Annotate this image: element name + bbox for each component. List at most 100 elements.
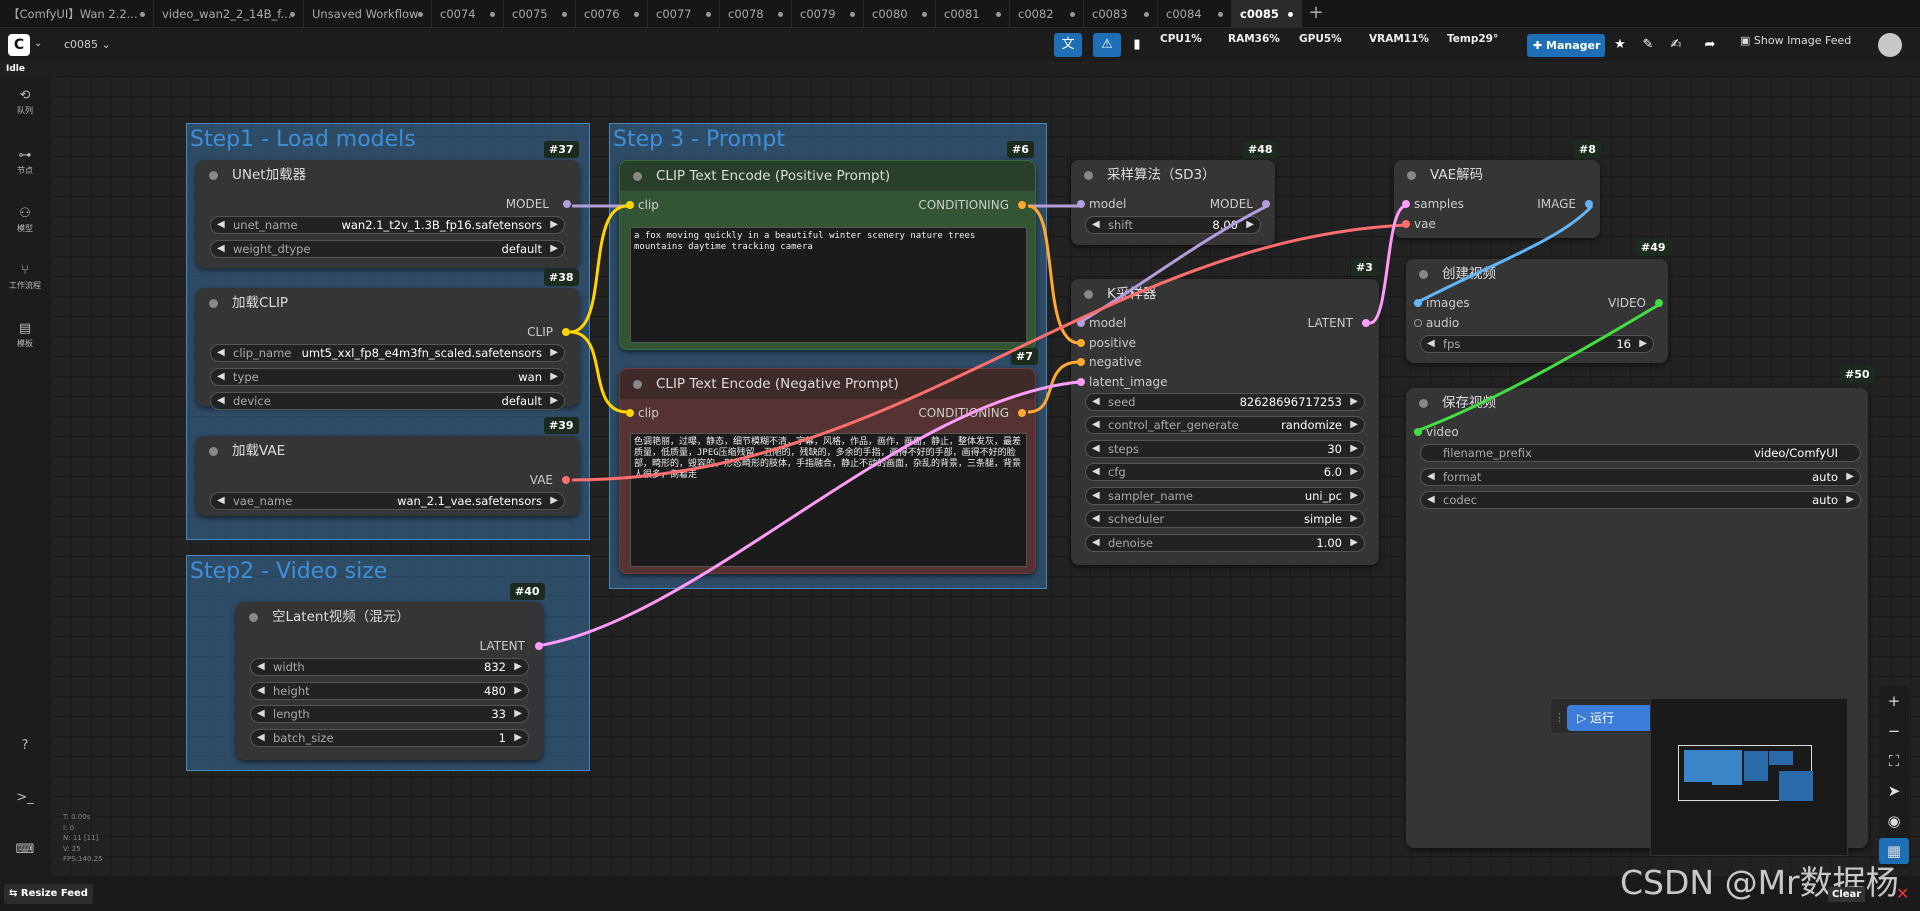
sidebar-item-models[interactable]: ⚇ 模型 bbox=[0, 206, 50, 234]
brush-icon[interactable]: ✍ bbox=[1666, 33, 1686, 57]
node-empty-latent-video[interactable]: 空Latent视频（混元） LATENT ◀ width 832 ▶ ◀ height 4… bbox=[236, 602, 543, 760]
widget-steps[interactable]: ◀ steps 30 ▶ bbox=[1085, 440, 1365, 458]
output-slot-image[interactable]: IMAGE bbox=[1537, 197, 1576, 211]
keyboard-icon[interactable]: ⌨ bbox=[0, 842, 50, 857]
collapse-dot-icon[interactable] bbox=[209, 171, 218, 180]
sidebar-item-workflows[interactable]: ⑂ 工作流程 bbox=[0, 263, 50, 291]
widget-sampler-name[interactable]: ◀ sampler_name uni_pc ▶ bbox=[1085, 487, 1365, 505]
arrow-right-icon[interactable]: ▶ bbox=[550, 493, 558, 509]
prompt-textarea[interactable]: 色调艳丽，过曝，静态，细节模糊不清，字幕，风格，作品，画作，画面，静止，整体发灰… bbox=[630, 433, 1027, 567]
widget-control-after-generate[interactable]: ◀ control_after_generate randomize ▶ bbox=[1085, 416, 1365, 434]
sidebar-item-templates[interactable]: ▤ 模板 bbox=[0, 321, 50, 349]
node-unet-loader[interactable]: UNet加载器 MODEL ◀ unet_name wan2.1_t2v_1.3B_… bbox=[196, 160, 579, 268]
node-clip-text-encode-positive[interactable]: CLIP Text Encode (Positive Prompt) clip … bbox=[619, 160, 1036, 350]
widget-fps[interactable]: ◀ fps 16 ▶ bbox=[1420, 335, 1654, 353]
input-slot-model[interactable]: model bbox=[1089, 316, 1126, 330]
input-slot-clip[interactable]: clip bbox=[638, 406, 659, 420]
arrow-left-icon[interactable]: ◀ bbox=[257, 659, 265, 675]
terminal-icon[interactable]: >_ bbox=[0, 790, 50, 805]
resize-feed-button[interactable]: ⇆ Resize Feed bbox=[4, 884, 93, 904]
arrow-right-icon[interactable]: ▶ bbox=[550, 217, 558, 233]
node-model-sampling-sd3[interactable]: 采样算法（SD3） model MODEL ◀ shift 8.00 ▶ bbox=[1071, 160, 1275, 245]
output-port[interactable] bbox=[535, 642, 543, 650]
bookmark-icon[interactable]: ▮ bbox=[1126, 33, 1148, 57]
output-slot-conditioning[interactable]: CONDITIONING bbox=[918, 198, 1009, 212]
widget-height[interactable]: ◀ height 480 ▶ bbox=[250, 682, 529, 700]
arrow-left-icon[interactable]: ◀ bbox=[1427, 336, 1435, 352]
widget-unet-name[interactable]: ◀ unet_name wan2.1_t2v_1.3B_fp16.safetenso… bbox=[210, 216, 565, 234]
zoom-out-icon[interactable]: − bbox=[1879, 718, 1909, 744]
arrow-left-icon[interactable]: ◀ bbox=[1092, 217, 1100, 233]
input-slot-images[interactable]: images bbox=[1426, 296, 1470, 310]
node-clip-text-encode-negative[interactable]: CLIP Text Encode (Negative Prompt) clip … bbox=[619, 368, 1036, 574]
tab[interactable]: c0080 bbox=[864, 0, 936, 28]
collapse-dot-icon[interactable] bbox=[1407, 171, 1416, 180]
arrow-right-icon[interactable]: ▶ bbox=[1846, 492, 1854, 508]
input-port[interactable] bbox=[1077, 378, 1085, 386]
arrow-left-icon[interactable]: ◀ bbox=[1092, 488, 1100, 504]
arrow-right-icon[interactable]: ▶ bbox=[1846, 469, 1854, 485]
arrow-right-icon[interactable]: ▶ bbox=[1350, 535, 1358, 551]
output-port[interactable] bbox=[1018, 201, 1026, 209]
fit-view-icon[interactable]: ⛶ bbox=[1879, 748, 1909, 774]
select-mode-icon[interactable]: ➤ bbox=[1879, 778, 1909, 804]
help-icon[interactable]: ? bbox=[0, 738, 50, 753]
arrow-right-icon[interactable]: ▶ bbox=[514, 730, 522, 746]
node-ksampler[interactable]: K采样器 model positive negative latent_imag… bbox=[1071, 279, 1379, 565]
chevron-down-icon[interactable]: ⌄ bbox=[34, 38, 42, 49]
input-port[interactable] bbox=[1414, 428, 1422, 436]
node-vae-decode[interactable]: VAE解码 samples vae IMAGE bbox=[1394, 160, 1600, 238]
output-port[interactable] bbox=[1362, 319, 1370, 327]
widget-format[interactable]: ◀ format auto ▶ bbox=[1420, 468, 1861, 486]
arrow-left-icon[interactable]: ◀ bbox=[257, 730, 265, 746]
widget-codec[interactable]: ◀ codec auto ▶ bbox=[1420, 491, 1861, 509]
tab[interactable]: c0083 bbox=[1084, 0, 1158, 28]
tab[interactable]: Unsaved Workflow bbox=[304, 0, 432, 28]
tab[interactable]: 【ComfyUI】Wan 2.2... bbox=[0, 0, 154, 28]
input-port[interactable] bbox=[626, 409, 634, 417]
arrow-left-icon[interactable]: ◀ bbox=[217, 345, 225, 361]
minimap[interactable] bbox=[1650, 698, 1848, 856]
input-slot-vae[interactable]: vae bbox=[1414, 217, 1436, 231]
node-clip-loader[interactable]: 加载CLIP CLIP ◀ clip_name umt5_xxl_fp8_e4m3f… bbox=[196, 288, 579, 406]
arrow-right-icon[interactable]: ▶ bbox=[1350, 394, 1358, 410]
input-slot-latent-image[interactable]: latent_image bbox=[1089, 375, 1167, 389]
output-port[interactable] bbox=[1655, 299, 1663, 307]
widget-clip-name[interactable]: ◀ clip_name umt5_xxl_fp8_e4m3fn_scaled.saf… bbox=[210, 344, 565, 362]
arrow-right-icon[interactable]: ▶ bbox=[550, 345, 558, 361]
arrow-left-icon[interactable]: ◀ bbox=[1092, 511, 1100, 527]
collapse-dot-icon[interactable] bbox=[249, 613, 258, 622]
arrow-right-icon[interactable]: ▶ bbox=[1246, 217, 1254, 233]
output-slot-clip[interactable]: CLIP bbox=[527, 325, 553, 339]
input-port[interactable] bbox=[626, 201, 634, 209]
output-slot-video[interactable]: VIDEO bbox=[1608, 296, 1646, 310]
tab[interactable]: video_wan2_2_14B_f... bbox=[154, 0, 304, 28]
output-slot-latent[interactable]: LATENT bbox=[480, 639, 525, 653]
arrow-left-icon[interactable]: ◀ bbox=[217, 393, 225, 409]
star-icon[interactable]: ★ bbox=[1610, 33, 1630, 57]
input-slot-positive[interactable]: positive bbox=[1089, 336, 1136, 350]
arrow-left-icon[interactable]: ◀ bbox=[1092, 464, 1100, 480]
input-slot-model[interactable]: model bbox=[1089, 197, 1126, 211]
output-slot-model[interactable]: MODEL bbox=[506, 197, 549, 211]
show-image-feed-button[interactable]: ▣ Show Image Feed bbox=[1740, 34, 1851, 47]
output-slot-model[interactable]: MODEL bbox=[1210, 197, 1253, 211]
input-port[interactable] bbox=[1414, 299, 1422, 307]
widget-length[interactable]: ◀ length 33 ▶ bbox=[250, 705, 529, 723]
node-vae-loader[interactable]: 加载VAE VAE ◀ vae_name wan_2.1_vae.safetenso… bbox=[196, 436, 579, 516]
comfy-logo[interactable]: C bbox=[8, 34, 30, 56]
tab[interactable]: c0081 bbox=[936, 0, 1010, 28]
input-port[interactable] bbox=[1077, 358, 1085, 366]
tab[interactable]: c0074 bbox=[432, 0, 504, 28]
arrow-left-icon[interactable]: ◀ bbox=[1092, 535, 1100, 551]
arrow-right-icon[interactable]: ▶ bbox=[514, 706, 522, 722]
tab[interactable]: c0075 bbox=[504, 0, 576, 28]
arrow-right-icon[interactable]: ▶ bbox=[514, 659, 522, 675]
close-feed-icon[interactable]: ✕ bbox=[1896, 884, 1909, 903]
pencil-icon[interactable]: ✎ bbox=[1638, 33, 1658, 57]
arrow-left-icon[interactable]: ◀ bbox=[217, 217, 225, 233]
arrow-left-icon[interactable]: ◀ bbox=[1427, 492, 1435, 508]
arrow-right-icon[interactable]: ▶ bbox=[550, 241, 558, 257]
output-port[interactable] bbox=[1018, 409, 1026, 417]
widget-vae-name[interactable]: ◀ vae_name wan_2.1_vae.safetensors ▶ bbox=[210, 492, 565, 510]
